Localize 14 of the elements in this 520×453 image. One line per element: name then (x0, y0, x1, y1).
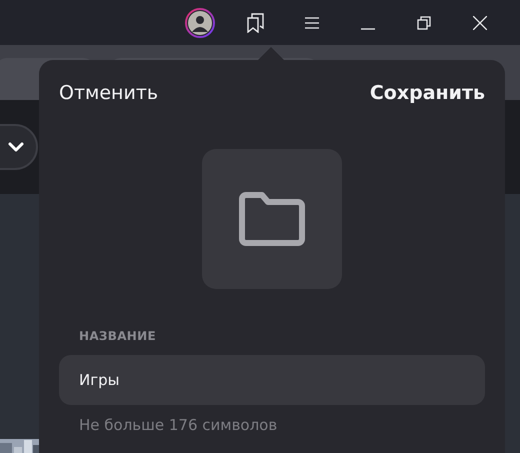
bookmarks-icon (247, 12, 265, 32)
close-icon (473, 16, 487, 30)
minimize-icon (361, 28, 375, 30)
menu-icon (305, 16, 319, 28)
avatar-icon (185, 8, 215, 38)
restore-icon (417, 16, 431, 30)
save-button[interactable]: Сохранить (370, 82, 485, 104)
folder-icon (238, 191, 306, 247)
field-hint: Не больше 176 символов (79, 416, 278, 434)
expand-button[interactable] (0, 124, 38, 170)
cancel-button[interactable]: Отменить (59, 82, 158, 104)
name-field[interactable]: Игры (59, 355, 485, 405)
field-label: НАЗВАНИЕ (79, 329, 157, 343)
chevron-down-icon (8, 142, 24, 152)
